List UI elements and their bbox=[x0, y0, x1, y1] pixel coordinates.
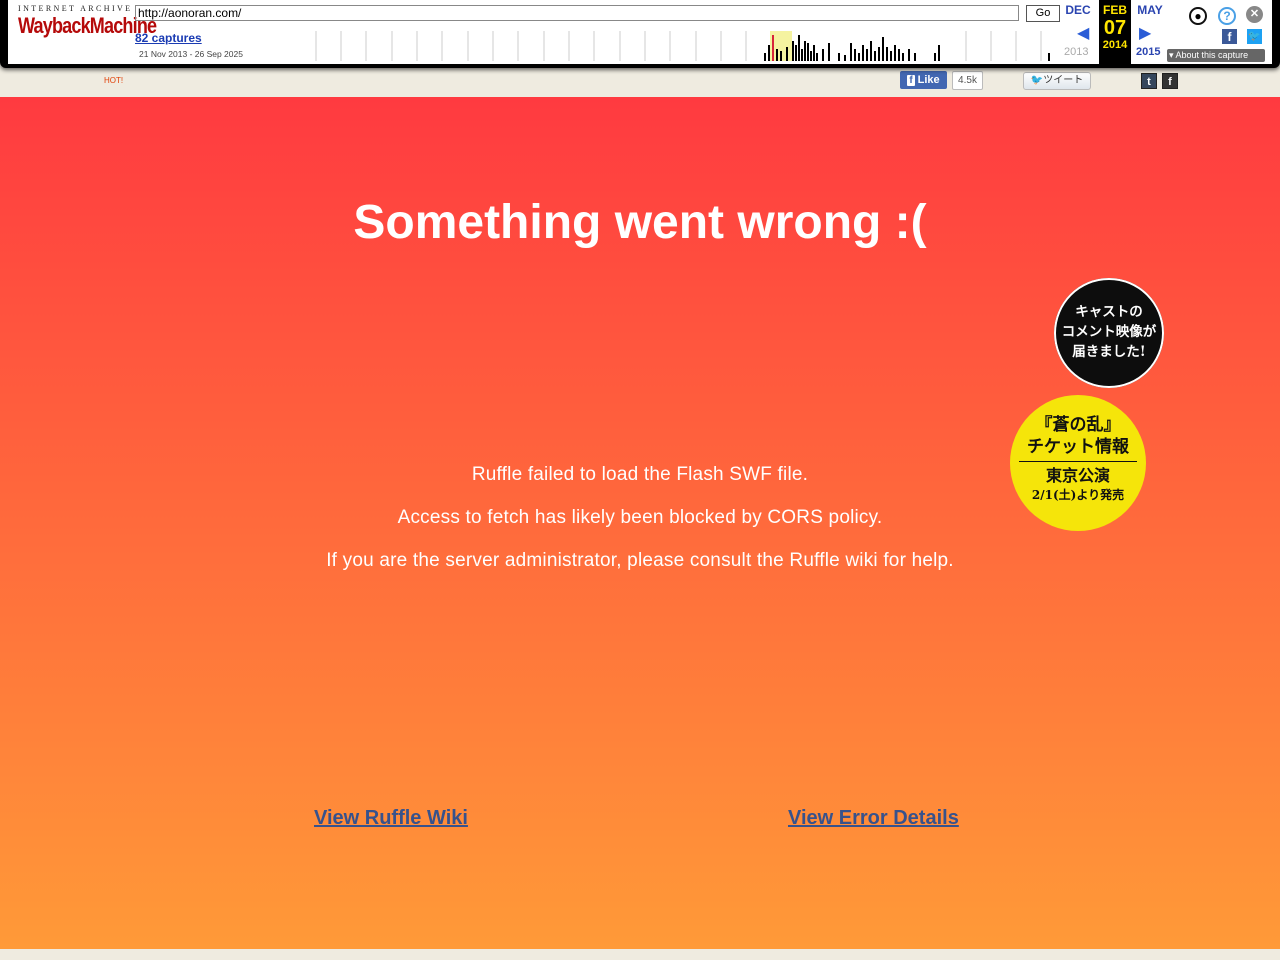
logo-wayback-text: WaybackMachine bbox=[18, 13, 157, 38]
error-title: Something went wrong :( bbox=[353, 196, 927, 249]
facebook-like-button[interactable]: f Like bbox=[900, 71, 947, 89]
logo-internet-archive-text: INTERNET ARCHIVE bbox=[18, 4, 133, 13]
capture-date-range: 21 Nov 2013 - 26 Sep 2025 bbox=[139, 49, 243, 59]
go-button[interactable]: Go bbox=[1026, 5, 1060, 22]
prev-month-link[interactable]: DEC bbox=[1062, 3, 1094, 17]
cast-badge-line-1: キャストの bbox=[1075, 304, 1143, 320]
page-bottom-strip bbox=[0, 949, 1280, 960]
hot-badge: HOT! bbox=[104, 76, 124, 85]
prev-year-label: 2013 bbox=[1064, 46, 1089, 58]
facebook-icon[interactable]: f bbox=[1222, 29, 1237, 44]
facebook-share-button[interactable]: f bbox=[1162, 73, 1178, 89]
tumblr-share-button[interactable]: t bbox=[1141, 73, 1157, 89]
ticket-badge-line-2: チケット情報 bbox=[1027, 437, 1129, 457]
tweet-button[interactable]: 🐦ツイート bbox=[1023, 72, 1091, 90]
cast-badge-line-3: 届きました! bbox=[1072, 344, 1146, 360]
current-month: FEB bbox=[1103, 3, 1127, 17]
cast-badge-line-2: コメント映像が bbox=[1061, 324, 1157, 340]
view-error-details-link[interactable]: View Error Details bbox=[788, 807, 959, 830]
prev-capture-arrow-icon[interactable]: ◀ bbox=[1077, 23, 1089, 43]
ticket-info-badge[interactable]: 『蒼の乱』 チケット情報 東京公演 2/1(土)より発売 bbox=[1010, 395, 1146, 531]
capture-sparkline[interactable] bbox=[308, 31, 1056, 61]
wayback-logo[interactable]: INTERNET ARCHIVE WaybackMachine bbox=[18, 4, 157, 38]
facebook-like-count: 4.5k bbox=[952, 71, 983, 90]
ticket-badge-divider bbox=[1019, 461, 1137, 462]
facebook-icon: f bbox=[907, 75, 915, 86]
about-capture-label: About this capture bbox=[1175, 50, 1249, 60]
error-message-line-3: If you are the server administrator, ple… bbox=[326, 550, 954, 571]
cast-comment-video-badge[interactable]: キャストの コメント映像が 届きました! bbox=[1054, 278, 1164, 388]
about-capture-dropdown[interactable]: ▾ About this capture bbox=[1167, 49, 1265, 62]
captures-link[interactable]: 82 captures bbox=[135, 31, 202, 45]
user-icon[interactable]: ● bbox=[1189, 7, 1207, 25]
url-input[interactable]: http://aonoran.com/ bbox=[135, 5, 1019, 21]
current-day: 07 bbox=[1103, 17, 1127, 39]
close-icon[interactable]: ✕ bbox=[1246, 6, 1263, 23]
ticket-badge-line-1: 『蒼の乱』 bbox=[1035, 415, 1121, 435]
tweet-label: ツイート bbox=[1043, 75, 1084, 86]
twitter-icon[interactable]: 🐦 bbox=[1247, 29, 1262, 44]
ticket-badge-line-3: 東京公演 bbox=[1045, 466, 1110, 485]
twitter-icon: 🐦 bbox=[1030, 75, 1044, 86]
social-strip: HOT! f Like 4.5k 🐦ツイート t f bbox=[0, 68, 1280, 97]
next-year-link[interactable]: 2015 bbox=[1136, 46, 1160, 58]
current-capture-date: FEB 07 2014 bbox=[1099, 0, 1131, 64]
current-year: 2014 bbox=[1102, 39, 1128, 51]
facebook-like-label: Like bbox=[917, 74, 940, 86]
next-capture-arrow-icon[interactable]: ▶ bbox=[1139, 23, 1151, 43]
ticket-badge-line-4: 2/1(土)より発売 bbox=[1031, 488, 1125, 502]
help-icon[interactable]: ? bbox=[1218, 7, 1236, 25]
view-ruffle-wiki-link[interactable]: View Ruffle Wiki bbox=[314, 807, 468, 830]
next-month-link[interactable]: MAY bbox=[1134, 3, 1166, 17]
wayback-toolbar: INTERNET ARCHIVE WaybackMachine http://a… bbox=[0, 0, 1280, 68]
